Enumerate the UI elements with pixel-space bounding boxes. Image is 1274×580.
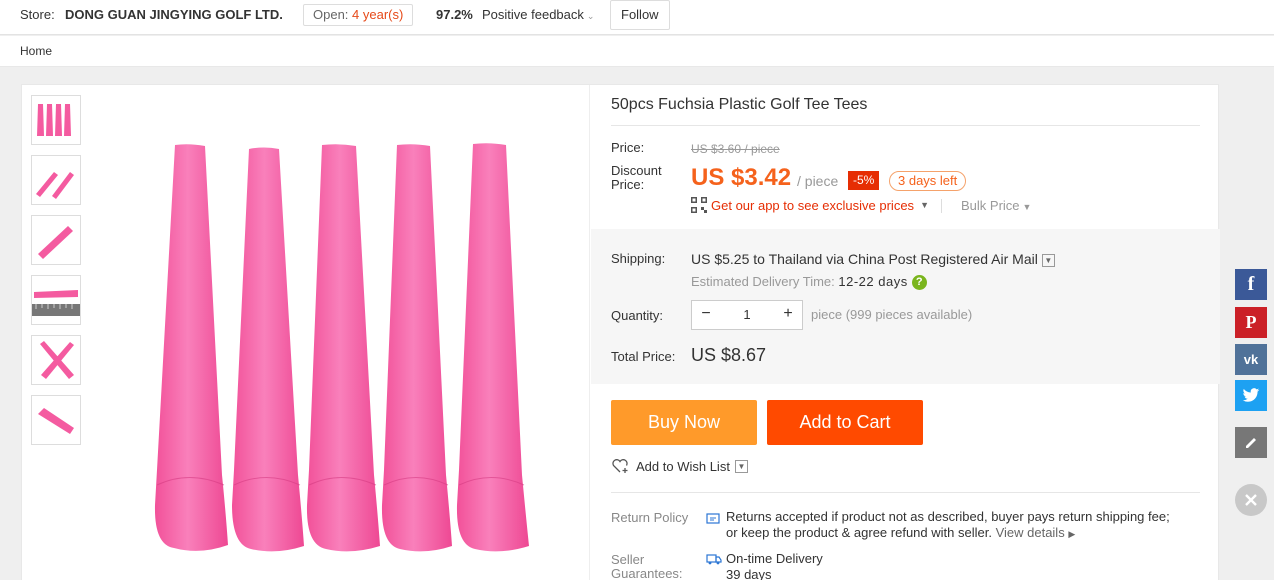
store-bar: Store: DONG GUAN JINGYING GOLF LTD. Open… [0,0,1274,35]
app-prices-link[interactable]: Get our app to see exclusive prices ▼ [691,197,929,213]
shipping-method: via China Post Registered Air Mail [826,251,1038,267]
seller-guarantees-line1: Seller [611,552,645,567]
open-label: Open: [313,7,349,22]
app-prices-label: Get our app to see exclusive prices [711,197,915,213]
delivery-truck-icon [706,554,722,565]
feedback-label: Positive feedback [482,7,584,22]
shipping-destination: Thailand [768,251,823,267]
estimated-delivery: Estimated Delivery Time: 12-22 days? [691,274,927,291]
store-open-badge: Open: 4 year(s) [303,4,414,26]
main-product-image[interactable] [134,125,554,565]
quantity-input[interactable] [720,301,774,329]
shipping-to: to [753,251,765,267]
thumbnail-3[interactable] [31,215,81,265]
image-gallery [22,85,590,580]
days-left-badge: 3 days left [889,171,967,191]
discount-price: US $3.42 [691,164,792,191]
divider [611,492,1200,493]
qr-code-icon [691,197,707,213]
chevron-down-icon[interactable]: ▼ [1041,253,1055,267]
caret-down-icon: ▼ [1022,202,1032,212]
breadcrumb-home[interactable]: Home [20,44,52,58]
thumbnail-list [31,95,81,455]
caret-down-icon: ▼ [920,200,929,210]
pinterest-icon: P [1245,312,1257,332]
quantity-stepper: − + [691,300,803,330]
close-share-button[interactable] [1235,484,1267,516]
return-policy-label: Return Policy [611,510,689,525]
wish-list-label: Add to Wish List [636,458,730,474]
thumbnail-6[interactable] [31,395,81,445]
add-to-cart-button[interactable]: Add to Cart [767,400,923,445]
divider [941,199,942,213]
wish-list-link[interactable]: Add to Wish List ▼ [611,458,748,474]
pencil-icon [1246,437,1256,448]
shipping-selector[interactable]: US $5.25 to Thailand via China Post Regi… [691,251,1055,267]
view-details-label: View details [995,525,1065,540]
pinterest-share-button[interactable]: P [1235,307,1267,338]
price-label: Price: [611,140,645,155]
store-name[interactable]: DONG GUAN JINGYING GOLF LTD. [65,0,283,30]
estimated-delivery-label: Estimated Delivery Time: [691,274,835,289]
total-price-label: Total Price: [611,349,676,364]
thumbnail-1[interactable] [31,95,81,145]
vk-icon: vk [1243,352,1259,367]
facebook-icon: f [1247,273,1255,295]
store-label: Store: [20,7,55,22]
shipping-section: Shipping: US $5.25 to Thailand via China… [591,229,1220,384]
chevron-down-icon: ⌄ [586,11,595,21]
seller-guarantees-text: On-time Delivery 39 days [726,551,823,580]
product-card: 50pcs Fuchsia Plastic Golf Tee Tees Pric… [21,84,1220,580]
bulk-price-label: Bulk Price [961,198,1020,213]
quantity-available: piece (999 pieces available) [811,307,973,322]
return-policy-line1: Returns accepted if product not as descr… [726,509,1170,524]
estimated-delivery-days: 12-22 days [838,274,908,289]
per-piece: / piece [797,173,839,189]
help-icon[interactable]: ? [911,275,927,291]
thumbnail-5[interactable] [31,335,81,385]
total-price: US $8.67 [691,345,767,365]
discount-price-label: Discount Price: [611,164,662,192]
seller-guarantees-line2: Guarantees: [611,566,683,580]
guarantee-title: On-time Delivery [726,551,823,566]
discount-label-line2: Price: [611,177,645,192]
thumbnail-4[interactable] [31,275,81,325]
product-info: 50pcs Fuchsia Plastic Golf Tee Tees Pric… [591,85,1220,580]
close-icon [1245,494,1257,506]
divider [611,125,1200,126]
guarantee-days: 39 days [726,567,772,580]
feedback-link[interactable]: Positive feedback ⌄ [482,0,594,30]
vk-share-button[interactable]: vk [1235,344,1267,375]
breadcrumb: Home [0,36,1274,67]
feedback-percent: 97.2% [436,7,473,22]
quantity-increase-button[interactable]: + [774,301,802,329]
buy-now-button[interactable]: Buy Now [611,400,757,445]
return-policy-text: Returns accepted if product not as descr… [726,509,1170,542]
chevron-right-icon: ▶ [1068,529,1076,539]
thumbnail-2[interactable] [31,155,81,205]
return-box-icon [706,513,720,524]
discount-percent-badge: -5% [848,171,880,190]
seller-guarantees-label: Seller Guarantees: [611,553,683,580]
quantity-decrease-button[interactable]: − [692,301,720,329]
product-title: 50pcs Fuchsia Plastic Golf Tee Tees [611,96,868,113]
shipping-label: Shipping: [611,251,666,266]
open-value: 4 year(s) [352,7,404,22]
follow-button[interactable]: Follow [610,0,670,30]
discount-label-line1: Discount [611,163,662,178]
chevron-down-icon[interactable]: ▼ [734,459,748,473]
shipping-price: US $5.25 [691,251,750,267]
original-price: US $3.60 / piece [691,142,780,156]
edit-button[interactable] [1235,427,1267,458]
bulk-price-dropdown[interactable]: Bulk Price ▼ [961,198,1031,213]
twitter-share-button[interactable] [1235,380,1267,411]
twitter-icon [1242,388,1260,402]
view-details-link[interactable]: View details ▶ [996,525,1076,540]
heart-add-icon [612,459,628,473]
facebook-share-button[interactable]: f [1235,269,1267,300]
return-policy-line2: or keep the product & agree refund with … [726,525,992,540]
quantity-label: Quantity: [611,308,664,323]
